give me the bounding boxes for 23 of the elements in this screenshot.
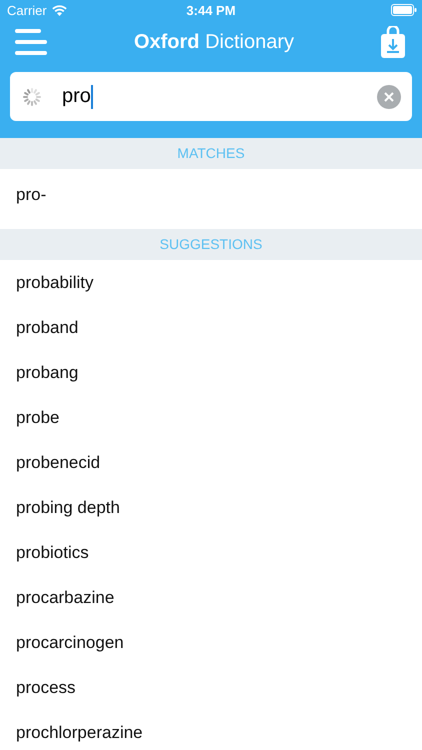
search-field[interactable]: pro xyxy=(10,72,412,121)
word-item[interactable]: probe xyxy=(0,395,422,440)
word-item[interactable]: process xyxy=(0,665,422,710)
section-header: SUGGESTIONS xyxy=(0,229,422,260)
app-title: Oxford Dictionary xyxy=(134,30,294,54)
download-bag-icon[interactable] xyxy=(380,26,405,58)
status-time: 3:44 PM xyxy=(186,2,236,18)
word-item[interactable]: probability xyxy=(0,260,422,305)
section-header: MATCHES xyxy=(0,138,422,169)
word-item[interactable]: probenecid xyxy=(0,440,422,485)
word-item[interactable]: proband xyxy=(0,305,422,350)
word-item[interactable]: probing depth xyxy=(0,485,422,530)
wifi-icon xyxy=(52,4,67,16)
word-item[interactable]: probang xyxy=(0,350,422,395)
word-item[interactable]: procarbazine xyxy=(0,575,422,620)
battery-icon xyxy=(391,4,417,16)
word-item[interactable]: prochlorperazine xyxy=(0,710,422,750)
word-item[interactable]: probiotics xyxy=(0,530,422,575)
carrier-name: Carrier xyxy=(7,2,47,18)
word-item[interactable]: pro- xyxy=(0,169,422,229)
menu-icon[interactable] xyxy=(15,29,47,55)
word-item[interactable]: procarcinogen xyxy=(0,620,422,665)
clear-icon[interactable] xyxy=(377,84,401,108)
